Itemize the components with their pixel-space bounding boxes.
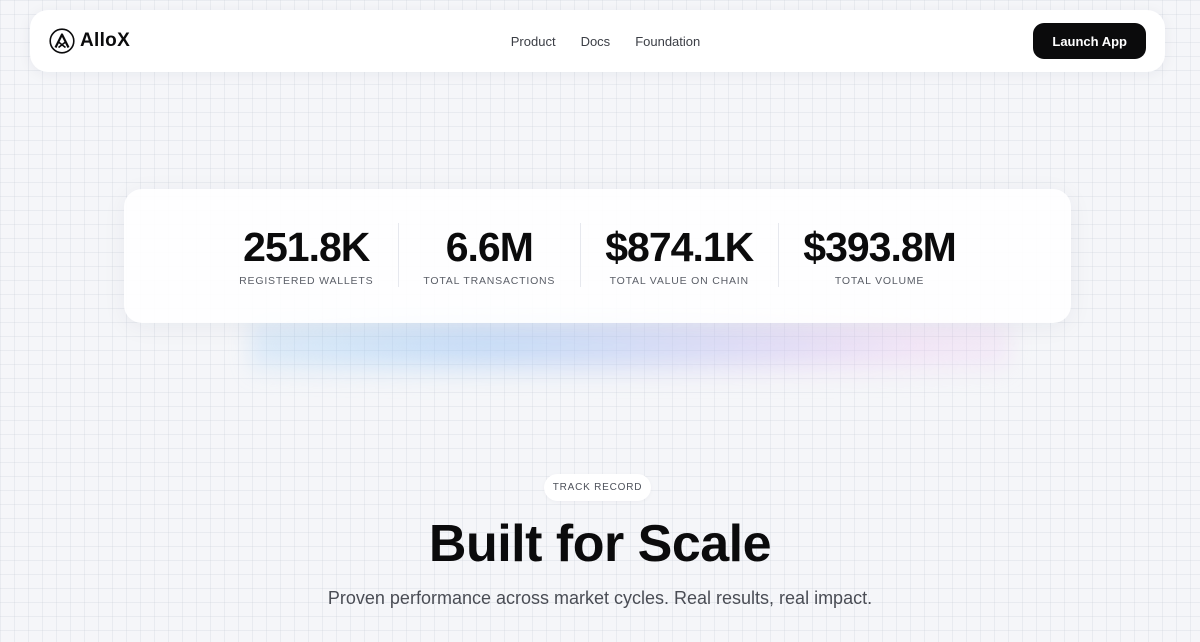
section-subtitle: Proven performance across market cycles.…	[327, 588, 873, 608]
stat-value: $874.1K	[605, 224, 754, 270]
stat-value: $393.8M	[803, 224, 957, 270]
logo[interactable]: AlloX	[49, 28, 130, 54]
stat-value: 6.6M	[445, 224, 534, 270]
stat-total-value-on-chain: $874.1K TOTAL VALUE ON CHAIN	[580, 223, 778, 287]
section-badge: TRACK RECORD	[544, 474, 651, 501]
main-nav: Product Docs Foundation	[30, 10, 1165, 72]
stat-label: TOTAL TRANSACTIONS	[423, 275, 556, 287]
nav-link-product[interactable]: Product	[511, 34, 556, 49]
allox-logo-icon	[49, 28, 75, 54]
launch-app-button[interactable]: Launch App	[1033, 23, 1146, 59]
stat-total-volume: $393.8M TOTAL VOLUME	[778, 223, 981, 287]
stat-total-transactions: 6.6M TOTAL TRANSACTIONS	[398, 223, 580, 287]
stat-label: TOTAL VALUE ON CHAIN	[609, 275, 749, 287]
stat-value: 251.8K	[243, 224, 370, 270]
logo-text: AlloX	[80, 30, 131, 51]
nav-link-foundation[interactable]: Foundation	[635, 34, 700, 49]
stat-label: REGISTERED WALLETS	[239, 275, 374, 287]
stat-registered-wallets: 251.8K REGISTERED WALLETS	[214, 225, 398, 287]
section-title: Built for Scale	[428, 515, 772, 573]
stat-label: TOTAL VOLUME	[834, 275, 925, 287]
nav-link-docs[interactable]: Docs	[581, 34, 611, 49]
stats-card: 251.8K REGISTERED WALLETS 6.6M TOTAL TRA…	[124, 189, 1071, 323]
navbar: AlloX Product Docs Foundation Launch App	[30, 10, 1165, 72]
